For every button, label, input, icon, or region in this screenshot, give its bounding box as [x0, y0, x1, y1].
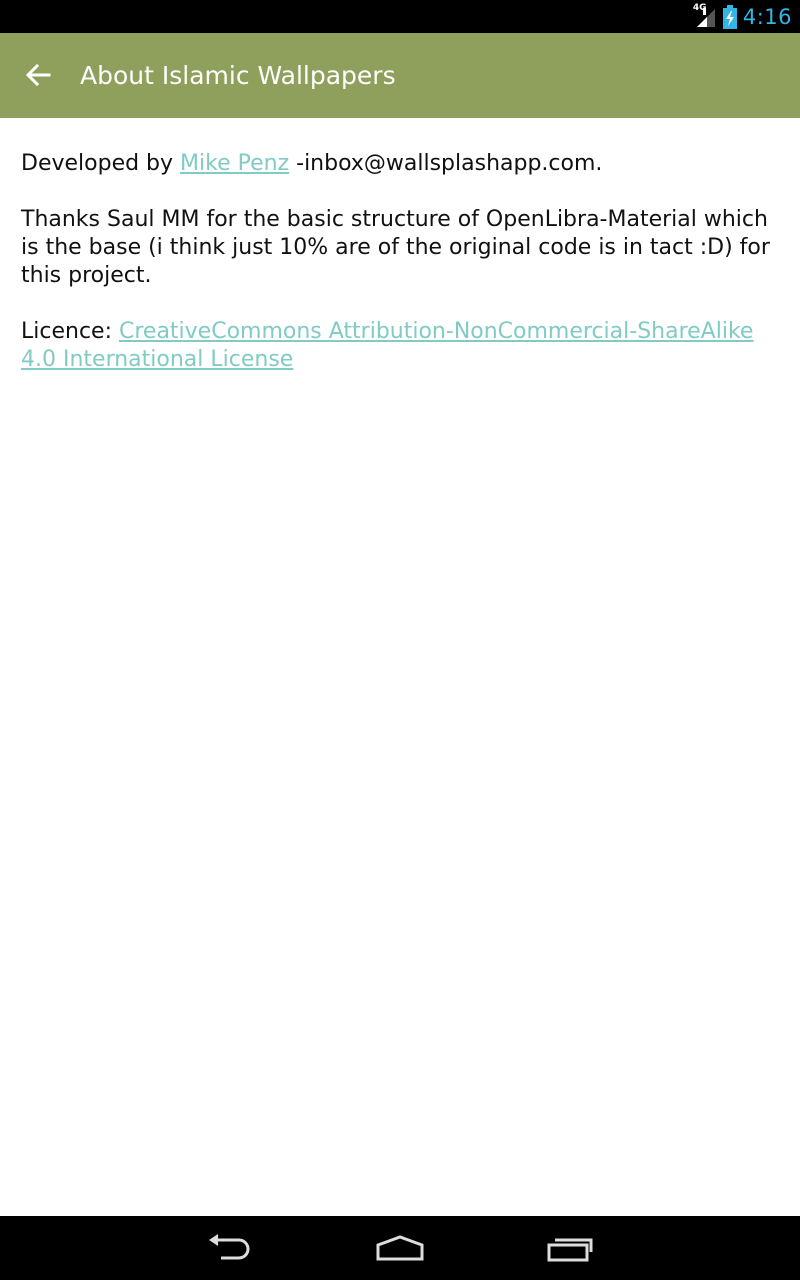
- nav-recents-button[interactable]: [530, 1224, 610, 1272]
- nav-back-button[interactable]: [190, 1224, 270, 1272]
- recents-nav-icon: [546, 1234, 594, 1262]
- back-button[interactable]: [16, 53, 60, 97]
- licence-link[interactable]: CreativeCommons Attribution-NonCommercia…: [21, 319, 753, 372]
- home-nav-icon: [375, 1235, 425, 1261]
- nav-home-button[interactable]: [360, 1224, 440, 1272]
- navigation-bar: [0, 1216, 800, 1280]
- status-icons: 4G 4:16: [693, 0, 792, 33]
- status-time: 4:16: [742, 4, 792, 29]
- developer-link[interactable]: Mike Penz: [180, 151, 289, 176]
- battery-charging-icon: [722, 4, 737, 29]
- about-content: Developed by Mike Penz -inbox@wallsplash…: [21, 150, 773, 402]
- status-bar: 4G 4:16: [0, 0, 800, 33]
- thanks-paragraph: Thanks Saul MM for the basic structure o…: [21, 207, 770, 288]
- developer-prefix: Developed by: [21, 151, 181, 176]
- page-title: About Islamic Wallpapers: [80, 61, 396, 90]
- back-arrow-icon: [25, 62, 51, 88]
- licence-paragraph: Licence: CreativeCommons Attribution-Non…: [21, 318, 773, 374]
- developer-paragraph: Developed by Mike Penz -inbox@wallsplash…: [21, 150, 773, 178]
- developer-email: -inbox@wallsplashapp.com.: [289, 151, 603, 176]
- app-bar: About Islamic Wallpapers: [0, 33, 800, 118]
- licence-prefix: Licence:: [21, 319, 119, 344]
- signal-icon: 4G: [693, 3, 717, 29]
- back-nav-icon: [207, 1234, 253, 1262]
